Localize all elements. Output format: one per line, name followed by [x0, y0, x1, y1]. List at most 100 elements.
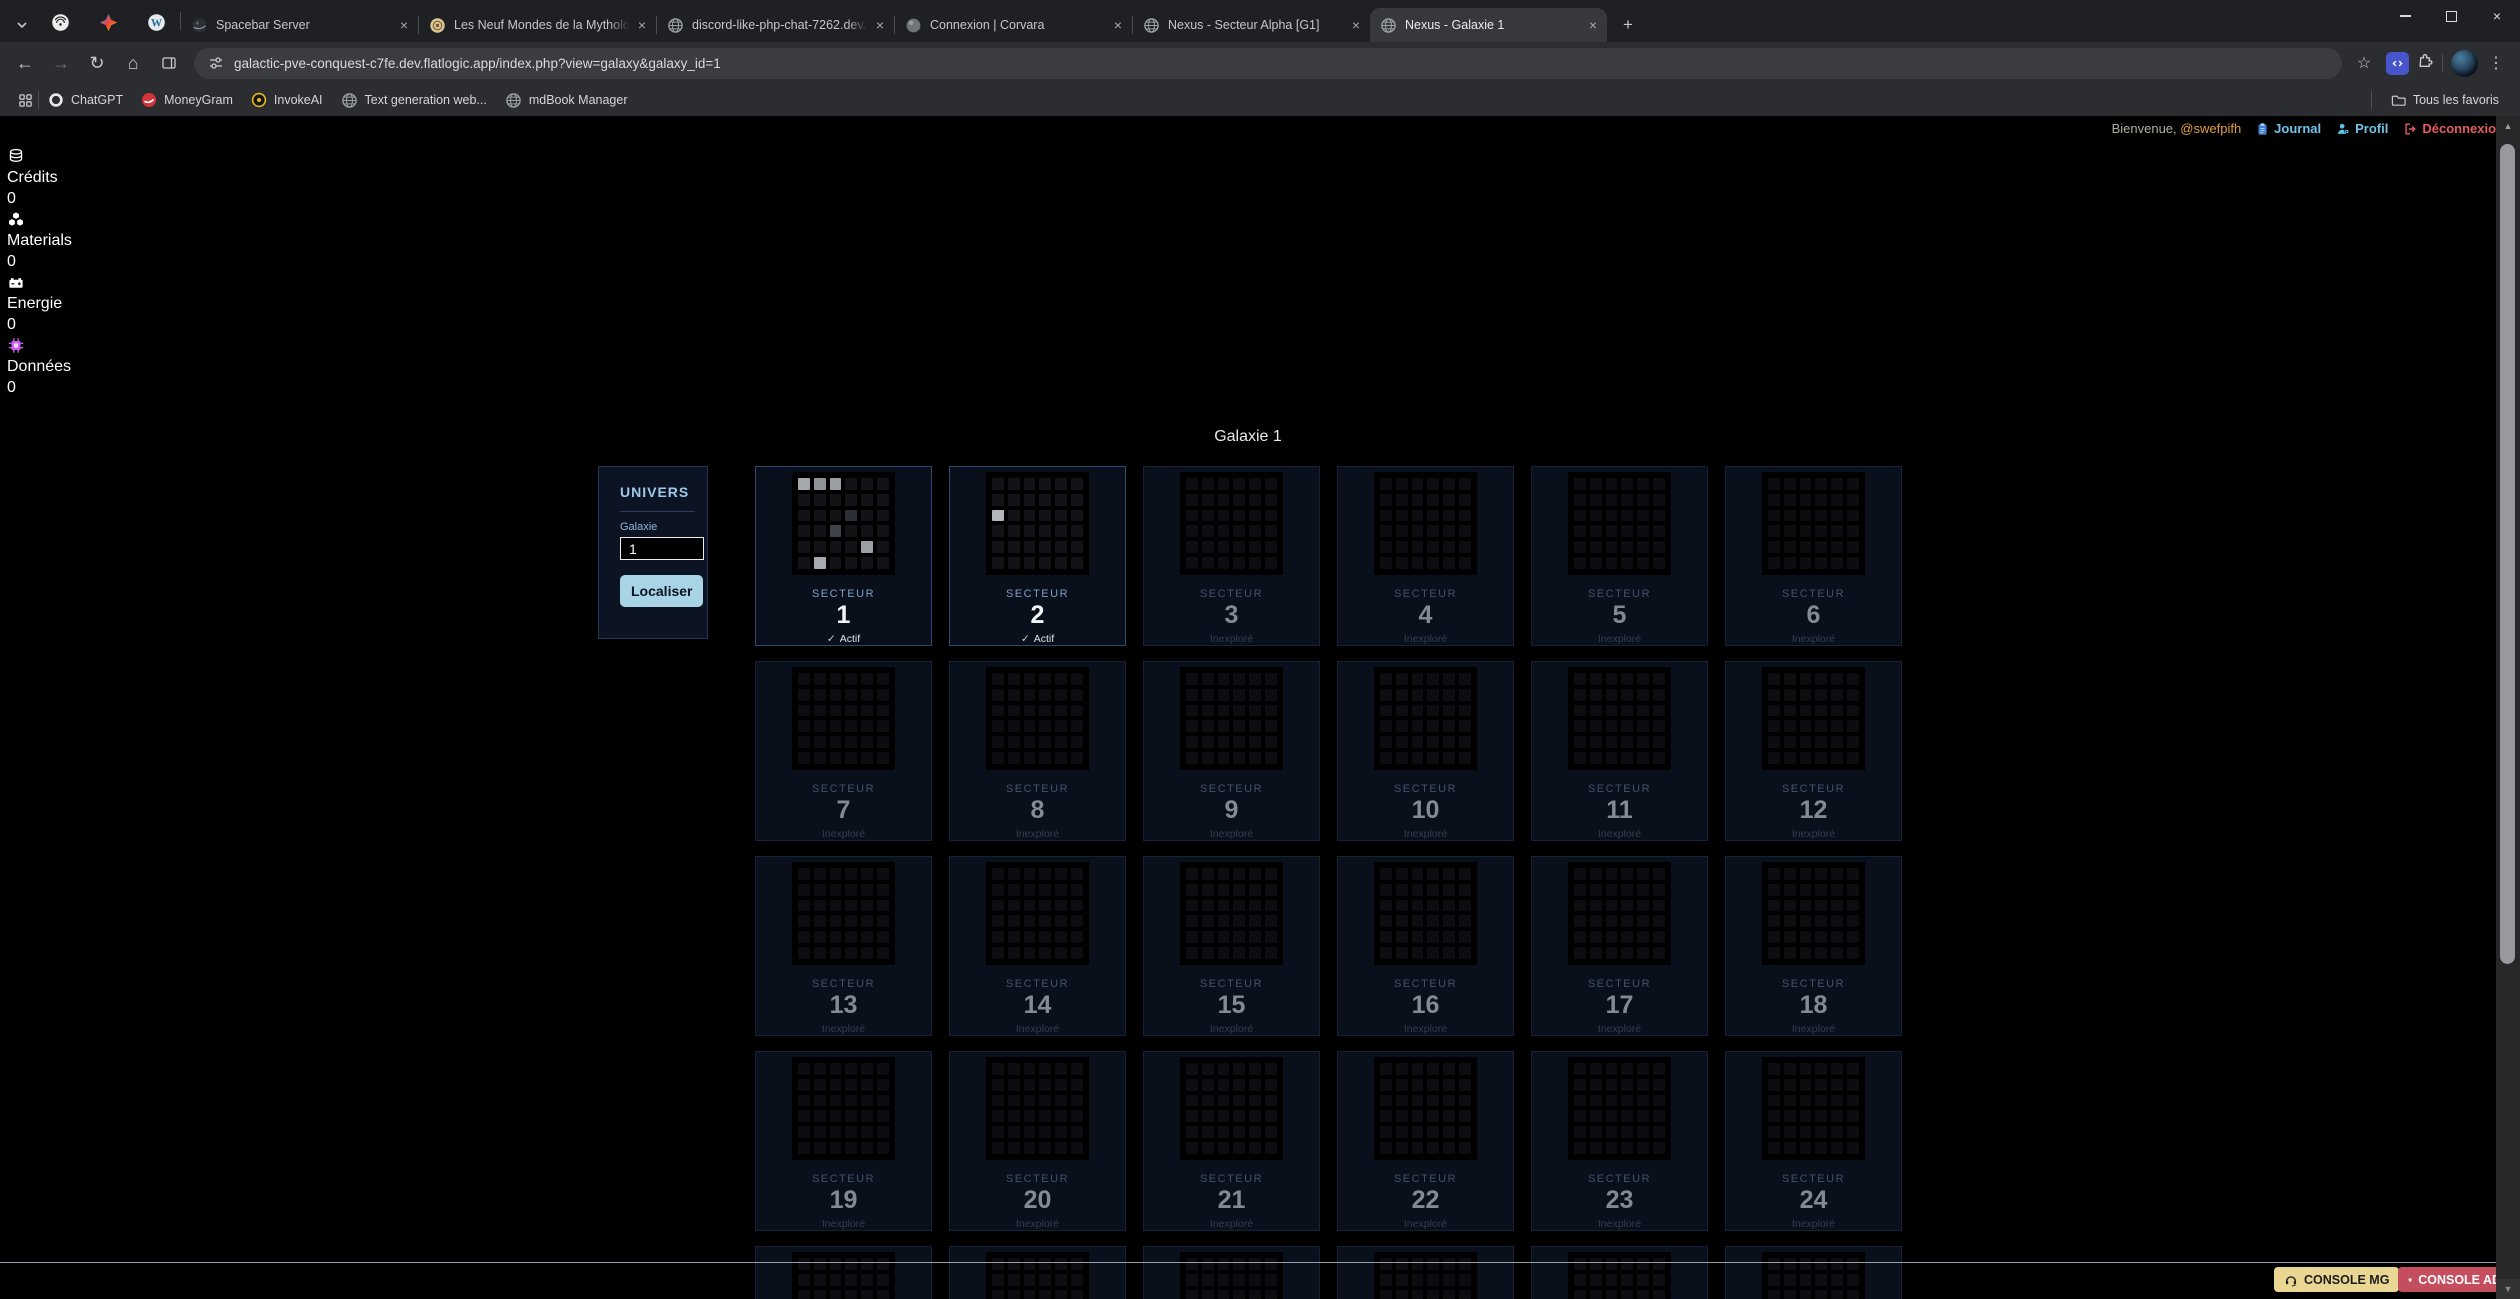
sector-card-partial[interactable] — [1143, 1246, 1320, 1299]
pinned-tab-1[interactable] — [36, 8, 84, 42]
sector-card-1[interactable]: SECTEUR1✓Actif — [755, 466, 932, 646]
minimap-cell — [1380, 689, 1392, 701]
page-scrollbar[interactable]: ▲ ▼ — [2496, 116, 2520, 1299]
all-favorites-button[interactable]: Tous les favoris — [2382, 88, 2508, 112]
minimize-icon — [2400, 15, 2411, 17]
browser-menu-button[interactable]: ⋮ — [2486, 53, 2506, 73]
sector-card-4[interactable]: SECTEUR4Inexploré — [1337, 466, 1514, 646]
minimap-cell — [1621, 1142, 1633, 1154]
minimap-cell — [1202, 915, 1214, 927]
sector-card-23[interactable]: SECTEUR23Inexploré — [1531, 1051, 1708, 1231]
sector-number: 2 — [1031, 601, 1045, 630]
tab-5[interactable]: Nexus - Secteur Alpha [G1]× — [1133, 8, 1370, 42]
pinned-tab-3[interactable]: W — [132, 8, 180, 42]
sector-card-3[interactable]: SECTEUR3Inexploré — [1143, 466, 1320, 646]
apps-button[interactable] — [12, 93, 38, 108]
scrollbar-up-arrow[interactable]: ▲ — [2496, 116, 2520, 136]
tab-close-button[interactable]: × — [1352, 18, 1360, 32]
minimap-cell — [814, 557, 826, 569]
profil-link[interactable]: Profil — [2336, 121, 2388, 136]
close-button[interactable]: × — [2474, 0, 2520, 32]
tab-2[interactable]: Les Neuf Mondes de la Mytholo...× — [419, 8, 656, 42]
tab-close-button[interactable]: × — [876, 18, 884, 32]
scrollbar-down-arrow[interactable]: ▼ — [2496, 1279, 2520, 1299]
bookmark-star-button[interactable]: ☆ — [2350, 53, 2378, 73]
sector-card-15[interactable]: SECTEUR15Inexploré — [1143, 856, 1320, 1036]
tab-search-button[interactable] — [8, 8, 36, 42]
minimize-button[interactable] — [2382, 0, 2428, 32]
sector-card-9[interactable]: SECTEUR9Inexploré — [1143, 661, 1320, 841]
sector-card-partial[interactable] — [1337, 1246, 1514, 1299]
minimap-cell — [1024, 868, 1036, 880]
deconnexion-link[interactable]: Déconnexion — [2403, 121, 2504, 136]
pinned-extension-button[interactable] — [2386, 52, 2409, 75]
forward-button[interactable]: → — [44, 46, 78, 80]
sector-card-21[interactable]: SECTEUR21Inexploré — [1143, 1051, 1320, 1231]
minimap-cell — [1008, 947, 1020, 959]
sector-card-24[interactable]: SECTEUR24Inexploré — [1725, 1051, 1902, 1231]
sector-number: 17 — [1606, 991, 1634, 1020]
new-tab-button[interactable]: + — [1613, 8, 1643, 42]
sector-card-partial[interactable] — [949, 1246, 1126, 1299]
apps-grid-icon — [18, 93, 33, 108]
bookmark-item-1[interactable]: ChatGPT — [39, 88, 132, 112]
profile-avatar[interactable] — [2451, 50, 2478, 77]
sector-card-14[interactable]: SECTEUR14Inexploré — [949, 856, 1126, 1036]
sector-card-19[interactable]: SECTEUR19Inexploré — [755, 1051, 932, 1231]
minimap-cell — [1380, 1110, 1392, 1122]
tab-close-button[interactable]: × — [1589, 18, 1597, 32]
tab-1[interactable]: Spacebar Server× — [181, 8, 418, 42]
sector-card-6[interactable]: SECTEUR6Inexploré — [1725, 466, 1902, 646]
bookmark-item-5[interactable]: mdBook Manager — [496, 88, 637, 112]
sector-card-20[interactable]: SECTEUR20Inexploré — [949, 1051, 1126, 1231]
sector-card-8[interactable]: SECTEUR8Inexploré — [949, 661, 1126, 841]
sector-card-11[interactable]: SECTEUR11Inexploré — [1531, 661, 1708, 841]
localiser-button[interactable]: Localiser — [620, 575, 703, 607]
tab-4[interactable]: Connexion | Corvara× — [895, 8, 1132, 42]
scrollbar-thumb[interactable] — [2500, 144, 2515, 964]
headset-icon — [2284, 1273, 2298, 1287]
sector-card-17[interactable]: SECTEUR17Inexploré — [1531, 856, 1708, 1036]
minimap-cell — [1039, 1258, 1051, 1270]
minimap-cell — [814, 689, 826, 701]
sector-card-partial[interactable] — [755, 1246, 932, 1299]
maximize-button[interactable] — [2428, 0, 2474, 32]
minimap-cell — [1186, 510, 1198, 522]
minimap-cell — [814, 1063, 826, 1075]
tab-3[interactable]: discord-like-php-chat-7262.dev...× — [657, 8, 894, 42]
tab-6[interactable]: Nexus - Galaxie 1× — [1370, 8, 1607, 42]
sector-card-2[interactable]: SECTEUR2✓Actif — [949, 466, 1126, 646]
extensions-button[interactable] — [2417, 52, 2434, 74]
sector-card-22[interactable]: SECTEUR22Inexploré — [1337, 1051, 1514, 1231]
minimap-cell — [1768, 510, 1780, 522]
sector-card-12[interactable]: SECTEUR12Inexploré — [1725, 661, 1902, 841]
sector-card-10[interactable]: SECTEUR10Inexploré — [1337, 661, 1514, 841]
sector-card-18[interactable]: SECTEUR18Inexploré — [1725, 856, 1902, 1036]
minimap-cell — [1815, 525, 1827, 537]
sector-card-partial[interactable] — [1531, 1246, 1708, 1299]
minimap-cell — [1024, 510, 1036, 522]
bookmark-item-4[interactable]: Text generation web... — [332, 88, 496, 112]
journal-link[interactable]: Journal — [2256, 121, 2321, 136]
sector-card-5[interactable]: SECTEUR5Inexploré — [1531, 466, 1708, 646]
tab-close-button[interactable]: × — [400, 18, 408, 32]
tab-close-button[interactable]: × — [638, 18, 646, 32]
bookmark-item-2[interactable]: MoneyGram — [132, 88, 242, 112]
back-button[interactable]: ← — [8, 46, 42, 80]
galaxie-input[interactable] — [620, 537, 704, 560]
pinned-tab-2[interactable] — [84, 8, 132, 42]
minimap-cell — [830, 868, 842, 880]
minimap-cell — [1590, 915, 1602, 927]
tab-close-button[interactable]: × — [1114, 18, 1122, 32]
sector-card-7[interactable]: SECTEUR7Inexploré — [755, 661, 932, 841]
bookmark-item-3[interactable]: InvokeAI — [242, 88, 332, 112]
sector-card-16[interactable]: SECTEUR16Inexploré — [1337, 856, 1514, 1036]
console-mg-button[interactable]: CONSOLE MG — [2274, 1267, 2399, 1292]
reload-button[interactable]: ↻ — [80, 46, 114, 80]
home-button[interactable]: ⌂ — [116, 46, 150, 80]
side-panel-button[interactable] — [152, 46, 186, 80]
url-bar[interactable]: galactic-pve-conquest-c7fe.dev.flatlogic… — [194, 48, 2342, 79]
minimap-cell — [1574, 1290, 1586, 1299]
sector-card-13[interactable]: SECTEUR13Inexploré — [755, 856, 932, 1036]
sector-card-partial[interactable] — [1725, 1246, 1902, 1299]
